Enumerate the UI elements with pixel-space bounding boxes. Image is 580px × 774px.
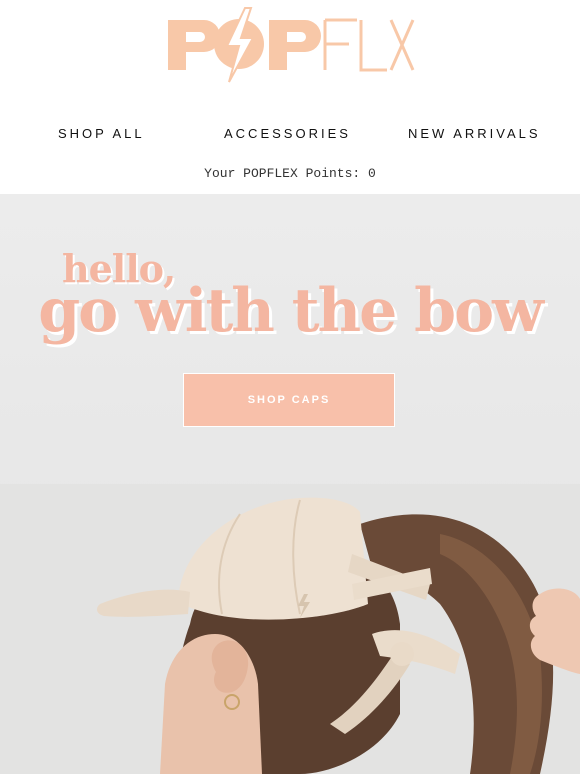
points-balance: Your POPFLEX Points: 0 (204, 166, 376, 181)
hero-headline: go with the bow (38, 276, 544, 346)
nav-accessories-link[interactable]: ACCESSORIES (224, 126, 351, 141)
nav-new-arrivals-link[interactable]: NEW ARRIVALS (408, 126, 541, 141)
popflex-logo[interactable] (165, 6, 415, 86)
hero-photo (0, 484, 580, 774)
shop-caps-button[interactable]: SHOP CAPS (183, 373, 395, 427)
nav-shop-all-link[interactable]: SHOP ALL (58, 126, 145, 141)
hero-banner[interactable]: hello, go with the bow SHOP CAPS (0, 194, 580, 774)
main-nav: SHOP ALL ACCESSORIES NEW ARRIVALS (0, 120, 580, 148)
email-header (0, 0, 580, 100)
